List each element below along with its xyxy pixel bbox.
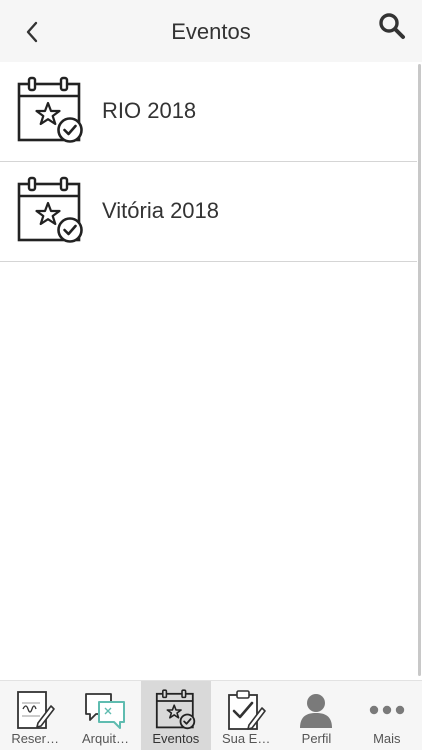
user-icon (300, 694, 333, 728)
tab-label: Mais (373, 731, 401, 746)
event-item-rio-2018[interactable]: RIO 2018 (0, 62, 417, 162)
tab-reservas[interactable]: Reser… (0, 681, 70, 750)
tab-eventos[interactable]: Eventos (140, 681, 211, 750)
tab-bar: Reser… Arquit… Eventos Sua E… Perfil Mai… (0, 680, 422, 750)
tab-label: Reser… (11, 731, 59, 746)
page-title: Eventos (171, 19, 251, 44)
event-name: Vitória 2018 (102, 198, 220, 223)
scrollbar[interactable] (418, 64, 421, 676)
more-dots-icon (369, 705, 404, 715)
clipboard-pencil-icon (228, 690, 266, 730)
calendar-star-check-icon (17, 76, 83, 143)
navigation-bar: Eventos (0, 0, 422, 62)
tab-sua-empresa[interactable]: Sua E… (211, 681, 281, 750)
document-sign-icon (17, 691, 55, 729)
tab-mais[interactable]: Mais (352, 681, 422, 750)
tab-label: Perfil (301, 731, 332, 746)
event-item-vitoria-2018[interactable]: Vitória 2018 (0, 162, 417, 262)
tab-label: Eventos (152, 731, 200, 746)
events-list: RIO 2018 Vitória 2018 (0, 62, 417, 262)
tab-perfil[interactable]: Perfil (281, 681, 351, 750)
calendar-star-check-icon (17, 176, 83, 243)
search-icon (379, 13, 405, 39)
tab-arquitetos[interactable]: Arquit… (70, 681, 140, 750)
calendar-star-check-icon (155, 689, 196, 730)
tab-label: Sua E… (221, 731, 271, 746)
chat-bubbles-icon (85, 693, 126, 729)
tab-label: Arquit… (82, 731, 129, 746)
event-name: RIO 2018 (102, 98, 197, 123)
search-button[interactable] (376, 10, 408, 42)
